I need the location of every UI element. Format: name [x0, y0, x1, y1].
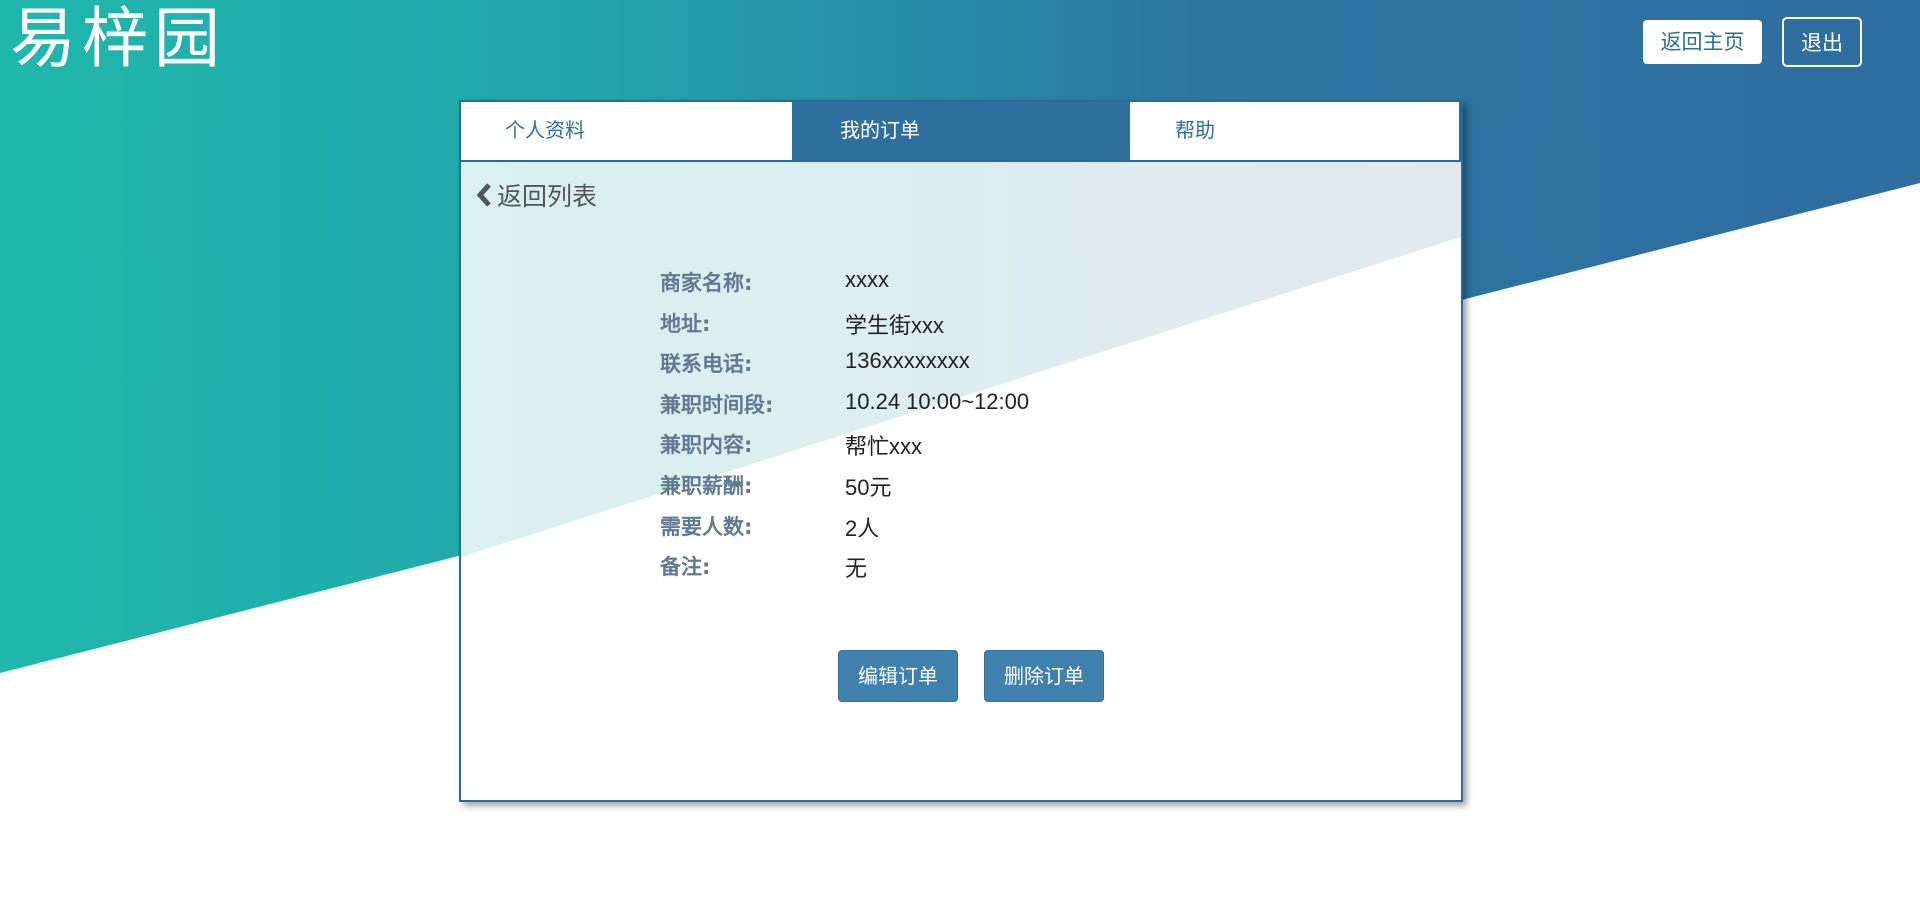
remarks-value: 无 — [845, 556, 868, 582]
logout-button[interactable]: 退出 — [1782, 17, 1862, 67]
order-detail-panel: 个人资料 我的订单 帮助 返回列表 商家名称: xxxx 地址: 学生街xxx … — [459, 100, 1463, 802]
job-content-label: 兼职内容: — [660, 433, 753, 458]
detail-row-pay: 兼职薪酬: 50元 — [660, 470, 1260, 511]
brand-logo: 易梓园 — [10, 0, 226, 77]
detail-row-time-slot: 兼职时间段: 10.24 10:00~12:00 — [660, 389, 1260, 430]
pay-value: 50元 — [845, 474, 892, 500]
tab-my-orders[interactable]: 我的订单 — [792, 102, 1130, 160]
detail-row-address: 地址: 学生街xxx — [660, 308, 1260, 349]
tab-help[interactable]: 帮助 — [1130, 102, 1461, 160]
back-to-list-link[interactable]: 返回列表 — [475, 177, 597, 213]
detail-row-job-content: 兼职内容: 帮忙xxx — [660, 429, 1260, 470]
detail-row-remarks: 备注: 无 — [660, 551, 1260, 592]
merchant-name-value: xxxx — [845, 267, 889, 292]
detail-row-merchant-name: 商家名称: xxxx — [660, 267, 1260, 308]
chevron-left-icon — [476, 183, 491, 207]
pay-label: 兼职薪酬: — [660, 473, 753, 498]
tab-profile[interactable]: 个人资料 — [461, 102, 792, 160]
phone-label: 联系电话: — [660, 352, 753, 377]
time-slot-value: 10.24 10:00~12:00 — [845, 388, 1030, 414]
delete-order-button[interactable]: 删除订单 — [984, 650, 1104, 702]
home-button[interactable]: 返回主页 — [1643, 20, 1762, 64]
address-label: 地址: — [660, 311, 711, 336]
detail-row-headcount: 需要人数: 2人 — [660, 511, 1260, 552]
remarks-label: 备注: — [660, 555, 711, 580]
phone-value: 136xxxxxxxx — [845, 348, 970, 374]
order-details: 商家名称: xxxx 地址: 学生街xxx 联系电话: 136xxxxxxxx … — [660, 267, 1260, 592]
detail-row-phone: 联系电话: 136xxxxxxxx — [660, 348, 1260, 389]
job-content-value: 帮忙xxx — [845, 434, 923, 460]
headcount-value: 2人 — [845, 515, 880, 541]
edit-order-button[interactable]: 编辑订单 — [838, 650, 958, 702]
back-to-list-label: 返回列表 — [497, 182, 598, 211]
merchant-name-label: 商家名称: — [660, 271, 753, 295]
headcount-label: 需要人数: — [660, 514, 753, 539]
address-value: 学生街xxx — [845, 312, 945, 338]
tab-bar: 个人资料 我的订单 帮助 — [461, 102, 1461, 162]
time-slot-label: 兼职时间段: — [660, 392, 774, 417]
